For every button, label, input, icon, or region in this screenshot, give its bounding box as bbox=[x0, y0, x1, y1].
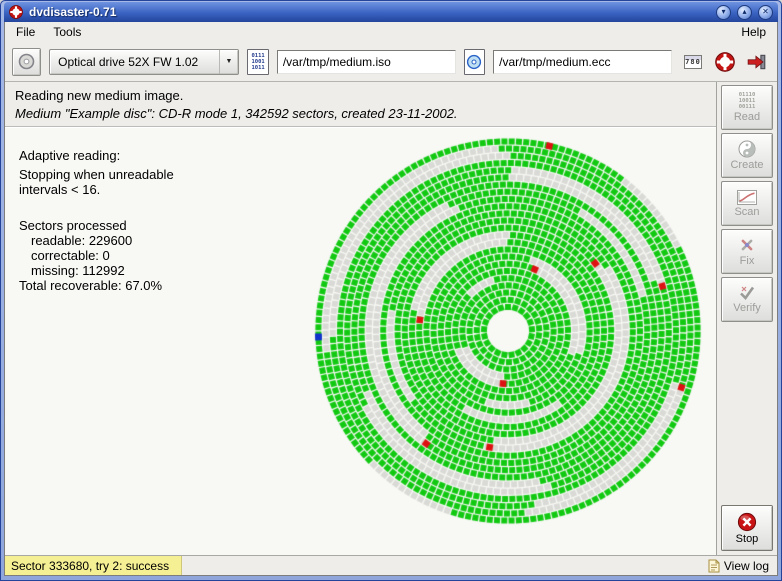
titlebar[interactable]: dvdisaster-0.71 ▾ ▴ ✕ bbox=[4, 2, 778, 22]
read-binary-icon: 01110 10011 00111 bbox=[738, 92, 756, 110]
help-button[interactable] bbox=[712, 49, 738, 75]
fix-tools-icon bbox=[738, 236, 756, 254]
scan-chart-icon bbox=[737, 189, 757, 205]
window-title: dvdisaster-0.71 bbox=[29, 5, 117, 19]
quit-button[interactable] bbox=[744, 49, 770, 75]
scan-label: Scan bbox=[734, 205, 760, 218]
statusbar: Sector 333680, try 2: success View log bbox=[5, 555, 777, 575]
stopping-line-2: intervals < 16. bbox=[19, 182, 101, 197]
stopping-line-1: Stopping when unreadable bbox=[19, 167, 174, 182]
action-sidebar: 01110 10011 00111 Read Create Scan Fix V… bbox=[716, 82, 777, 555]
drive-button[interactable] bbox=[12, 47, 42, 76]
stop-icon bbox=[737, 512, 757, 532]
stop-button[interactable]: Stop bbox=[721, 505, 773, 551]
log-page-icon bbox=[708, 559, 720, 573]
menu-file[interactable]: File bbox=[7, 23, 44, 41]
sectors-correctable: correctable: 0 bbox=[31, 248, 110, 263]
view-log-label: View log bbox=[723, 558, 769, 573]
maximize-button[interactable]: ▴ bbox=[737, 4, 752, 20]
verify-button[interactable]: Verify bbox=[721, 277, 773, 322]
status-line-2: Medium "Example disc": CD-R mode 1, 3425… bbox=[15, 106, 458, 121]
create-yinyang-icon bbox=[738, 140, 756, 158]
menu-help[interactable]: Help bbox=[732, 23, 775, 41]
app-window: dvdisaster-0.71 ▾ ▴ ✕ File Tools Help Op… bbox=[0, 0, 782, 581]
disc-spiral-visualization bbox=[305, 128, 711, 534]
view-log-button[interactable]: View log bbox=[700, 556, 777, 575]
status-line-1: Reading new medium image. bbox=[15, 88, 184, 103]
ecc-file-icon bbox=[463, 48, 486, 75]
body: Reading new medium image. Medium "Exampl… bbox=[5, 82, 777, 555]
verify-check-icon bbox=[738, 285, 756, 301]
app-lifebuoy-icon bbox=[9, 5, 23, 19]
toolbar: Optical drive 52X FW 1.02 ▼ 0111 1001 10… bbox=[5, 42, 777, 82]
app-frame: File Tools Help Optical drive 52X FW 1.0… bbox=[4, 22, 778, 576]
drive-select[interactable]: Optical drive 52X FW 1.02 ▼ bbox=[49, 48, 240, 75]
preferences-button[interactable]: 780 bbox=[680, 49, 706, 75]
total-recoverable: Total recoverable: 67.0% bbox=[19, 278, 163, 293]
ecc-file-input[interactable] bbox=[493, 49, 672, 74]
toolbar-right-group: 780 bbox=[680, 49, 770, 75]
scan-button[interactable]: Scan bbox=[721, 181, 773, 226]
lifebuoy-icon bbox=[715, 51, 735, 72]
menubar: File Tools Help bbox=[5, 22, 777, 42]
sectors-readable: readable: 229600 bbox=[31, 233, 133, 248]
create-label: Create bbox=[730, 159, 764, 171]
fix-button[interactable]: Fix bbox=[721, 229, 773, 274]
sectors-processed-title: Sectors processed bbox=[19, 218, 127, 233]
read-label: Read bbox=[733, 111, 761, 123]
reading-stats-panel: Adaptive reading: Stopping when unreadab… bbox=[19, 148, 289, 293]
dropdown-arrow-icon: ▼ bbox=[219, 49, 237, 74]
verify-label: Verify bbox=[733, 302, 761, 314]
status-info-area: Reading new medium image. Medium "Exampl… bbox=[5, 82, 716, 126]
read-button[interactable]: 01110 10011 00111 Read bbox=[721, 85, 773, 130]
optical-disc-icon bbox=[18, 53, 35, 70]
stop-label: Stop bbox=[735, 532, 759, 545]
drive-select-value: Optical drive 52X FW 1.02 bbox=[58, 54, 199, 69]
image-file-icon: 0111 1001 1011 bbox=[247, 48, 269, 75]
sectors-missing: missing: 112992 bbox=[31, 263, 125, 278]
exit-arrow-icon bbox=[747, 53, 767, 71]
fix-label: Fix bbox=[739, 255, 755, 267]
preferences-icon: 780 bbox=[684, 54, 702, 69]
adaptive-reading-title: Adaptive reading: bbox=[19, 148, 121, 163]
reading-panel: Adaptive reading: Stopping when unreadab… bbox=[5, 128, 716, 555]
close-button[interactable]: ✕ bbox=[758, 4, 773, 20]
status-message: Sector 333680, try 2: success bbox=[5, 556, 183, 575]
menu-tools[interactable]: Tools bbox=[44, 23, 90, 41]
minimize-button[interactable]: ▾ bbox=[716, 4, 731, 20]
create-button[interactable]: Create bbox=[721, 133, 773, 178]
image-file-input[interactable] bbox=[276, 49, 456, 74]
